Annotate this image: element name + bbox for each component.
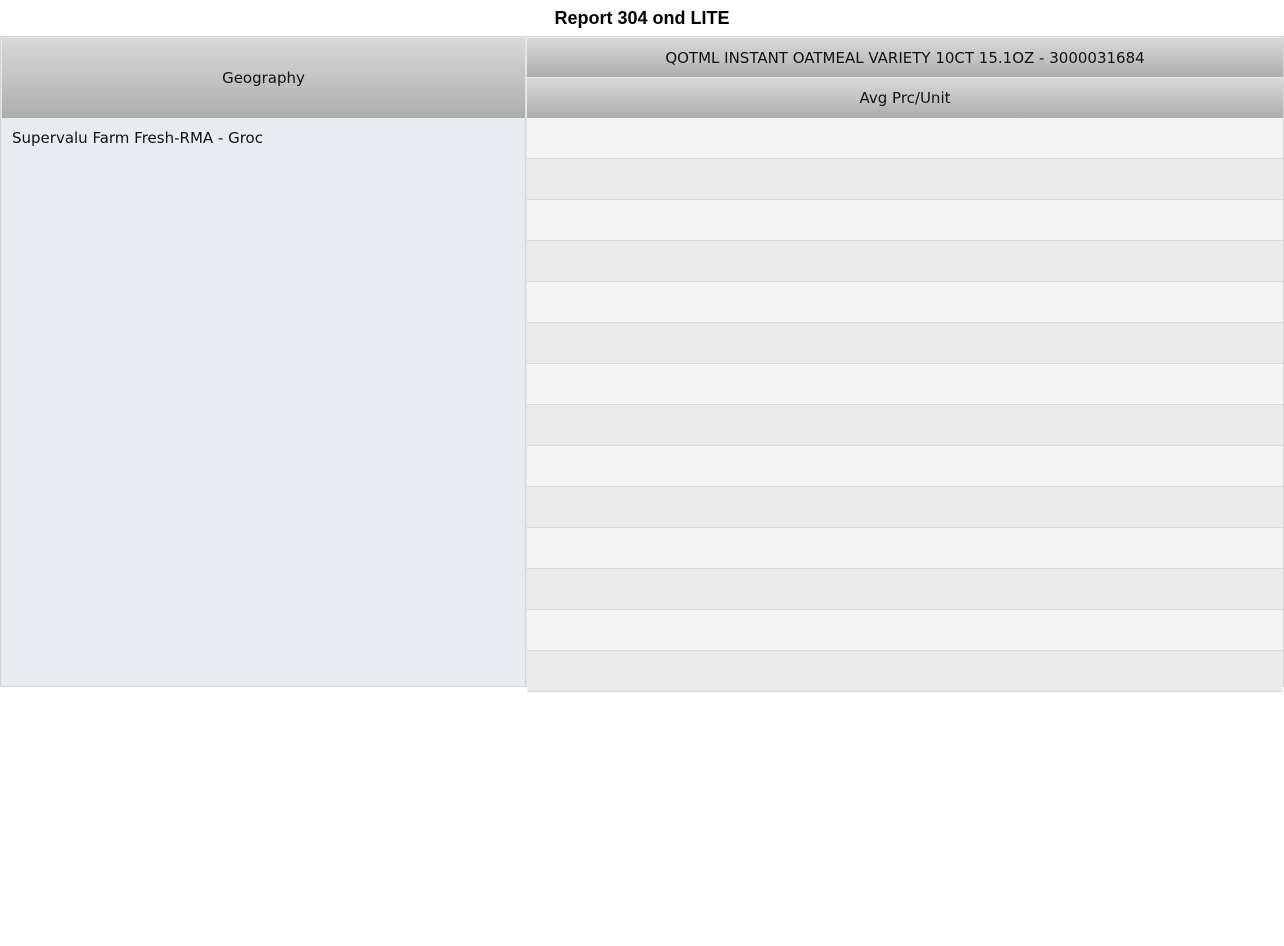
measure-column-header[interactable]: Avg Prc/Unit <box>527 78 1283 118</box>
value-row <box>527 200 1283 241</box>
value-row <box>527 364 1283 405</box>
value-row <box>527 159 1283 200</box>
value-row <box>527 323 1283 364</box>
report-title: Report 304 ond LITE <box>554 8 730 28</box>
value-row <box>527 118 1283 159</box>
product-column-header[interactable]: QOTML INSTANT OATMEAL VARIETY 10CT 15.1O… <box>527 38 1283 77</box>
value-row <box>527 651 1283 692</box>
pivot-grid: Geography QOTML INSTANT OATMEAL VARIETY … <box>0 36 1284 692</box>
value-row <box>527 405 1283 446</box>
geography-column-header[interactable]: Geography <box>2 38 526 118</box>
value-row <box>527 610 1283 651</box>
report-page: Report 304 ond LITE Geography QOTML INST… <box>0 0 1284 946</box>
value-row <box>527 446 1283 487</box>
value-row <box>527 528 1283 569</box>
geography-cell: Supervalu Farm Fresh-RMA - Groc <box>2 118 526 686</box>
geography-label: Supervalu Farm Fresh-RMA - Groc <box>12 129 263 147</box>
value-row <box>527 569 1283 610</box>
value-row <box>527 487 1283 528</box>
value-row <box>527 282 1283 323</box>
value-row <box>527 241 1283 282</box>
value-rows <box>527 118 1283 692</box>
